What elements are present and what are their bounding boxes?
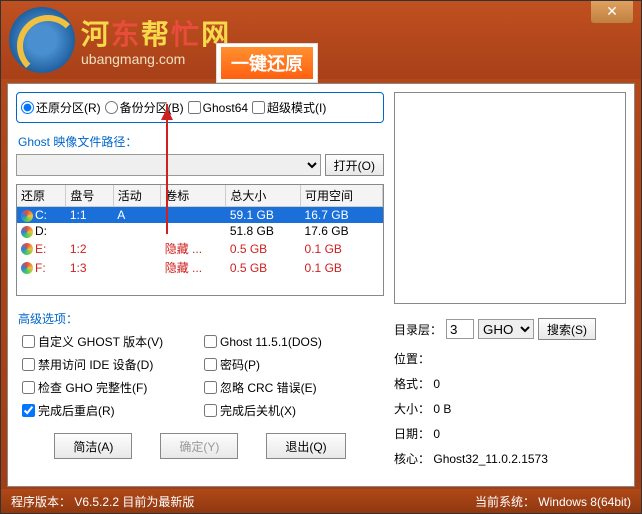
- core-line: 核心： Ghost32_11.0.2.1573: [394, 450, 626, 467]
- ghost-path-select[interactable]: [16, 154, 321, 176]
- opt-ignore-crc[interactable]: 忽略 CRC 错误(E): [204, 379, 378, 396]
- mode-backup-radio[interactable]: [105, 101, 118, 114]
- logo-area: 河东帮忙网 ubangmang.com: [9, 7, 231, 73]
- opt-deny-ide[interactable]: 禁用访问 IDE 设备(D): [22, 356, 196, 373]
- opt-shutdown[interactable]: 完成后关机(X): [204, 402, 378, 419]
- open-button[interactable]: 打开(O): [325, 154, 384, 176]
- mode-group: 还原分区(R) 备份分区(B) Ghost64 超级模式(I): [16, 92, 384, 123]
- table-header[interactable]: 总大小: [226, 185, 301, 207]
- date-line: 日期： 0: [394, 425, 626, 442]
- dir-level-input[interactable]: [446, 319, 474, 339]
- one-key-restore-badge[interactable]: 一键还原: [216, 43, 318, 83]
- mode-super-check[interactable]: [252, 101, 265, 114]
- ok-button[interactable]: 确定(Y): [160, 433, 238, 459]
- table-row[interactable]: E:1:2隐藏 ...0.5 GB0.1 GB: [17, 239, 383, 258]
- close-button[interactable]: ✕: [591, 1, 633, 23]
- ext-select[interactable]: GHO: [478, 319, 534, 339]
- titlebar: ✕ 河东帮忙网 ubangmang.com 一键还原: [1, 1, 641, 79]
- simplify-button[interactable]: 简洁(A): [54, 433, 132, 459]
- logo-icon: [9, 7, 75, 73]
- partition-table[interactable]: 还原盘号活动卷标总大小可用空间 C:1:1A59.1 GB16.7 GBD:51…: [16, 184, 384, 296]
- opt-check-gho[interactable]: 检查 GHO 完整性(F): [22, 379, 196, 396]
- mode-backup[interactable]: 备份分区(B): [105, 99, 184, 116]
- main-panel: 还原分区(R) 备份分区(B) Ghost64 超级模式(I) Ghost 映像…: [16, 92, 384, 459]
- ghost-path-label: Ghost 映像文件路径：: [18, 133, 384, 150]
- advanced-label: 高级选项：: [18, 310, 384, 327]
- app-window: ✕ 河东帮忙网 ubangmang.com 一键还原 还原分区(R) 备份分区(…: [0, 0, 642, 514]
- size-line: 大小： 0 B: [394, 400, 626, 417]
- side-panel: 目录层： GHO 搜索(S) 位置： 格式： 0 大小： 0 B 日期： 0 核…: [394, 92, 626, 475]
- statusbar: 程序版本： V6.5.2.2 目前为最新版 当前系统： Windows 8(64…: [1, 489, 641, 513]
- preview-box: [394, 92, 626, 304]
- opt-password[interactable]: 密码(P): [204, 356, 378, 373]
- table-header[interactable]: 还原: [17, 185, 66, 207]
- table-header[interactable]: 可用空间: [301, 185, 383, 207]
- mode-restore-radio[interactable]: [21, 101, 34, 114]
- status-right: 当前系统： Windows 8(64bit): [475, 493, 631, 510]
- format-line: 格式： 0: [394, 375, 626, 392]
- status-left: 程序版本： V6.5.2.2 目前为最新版: [11, 493, 194, 510]
- content-area: 还原分区(R) 备份分区(B) Ghost64 超级模式(I) Ghost 映像…: [7, 83, 635, 487]
- mode-ghost64-check[interactable]: [188, 101, 201, 114]
- dir-level-label: 目录层：: [394, 321, 442, 338]
- logo-subtitle: ubangmang.com: [81, 51, 231, 67]
- opt-ghost1151[interactable]: Ghost 11.5.1(DOS): [204, 333, 378, 350]
- pos-line: 位置：: [394, 350, 626, 367]
- mode-super[interactable]: 超级模式(I): [252, 99, 326, 116]
- table-header[interactable]: 活动: [113, 185, 160, 207]
- opt-custom-version[interactable]: 自定义 GHOST 版本(V): [22, 333, 196, 350]
- mode-ghost64[interactable]: Ghost64: [188, 99, 248, 116]
- table-header[interactable]: 卷标: [161, 185, 226, 207]
- logo-title: 河东帮忙网: [81, 13, 231, 53]
- mode-restore[interactable]: 还原分区(R): [21, 99, 101, 116]
- exit-button[interactable]: 退出(Q): [266, 433, 345, 459]
- table-row[interactable]: C:1:1A59.1 GB16.7 GB: [17, 207, 383, 224]
- table-row[interactable]: F:1:3隐藏 ...0.5 GB0.1 GB: [17, 258, 383, 277]
- opt-reboot[interactable]: 完成后重启(R): [22, 402, 196, 419]
- search-button[interactable]: 搜索(S): [538, 318, 596, 340]
- table-row[interactable]: D:51.8 GB17.6 GB: [17, 223, 383, 239]
- table-header[interactable]: 盘号: [66, 185, 113, 207]
